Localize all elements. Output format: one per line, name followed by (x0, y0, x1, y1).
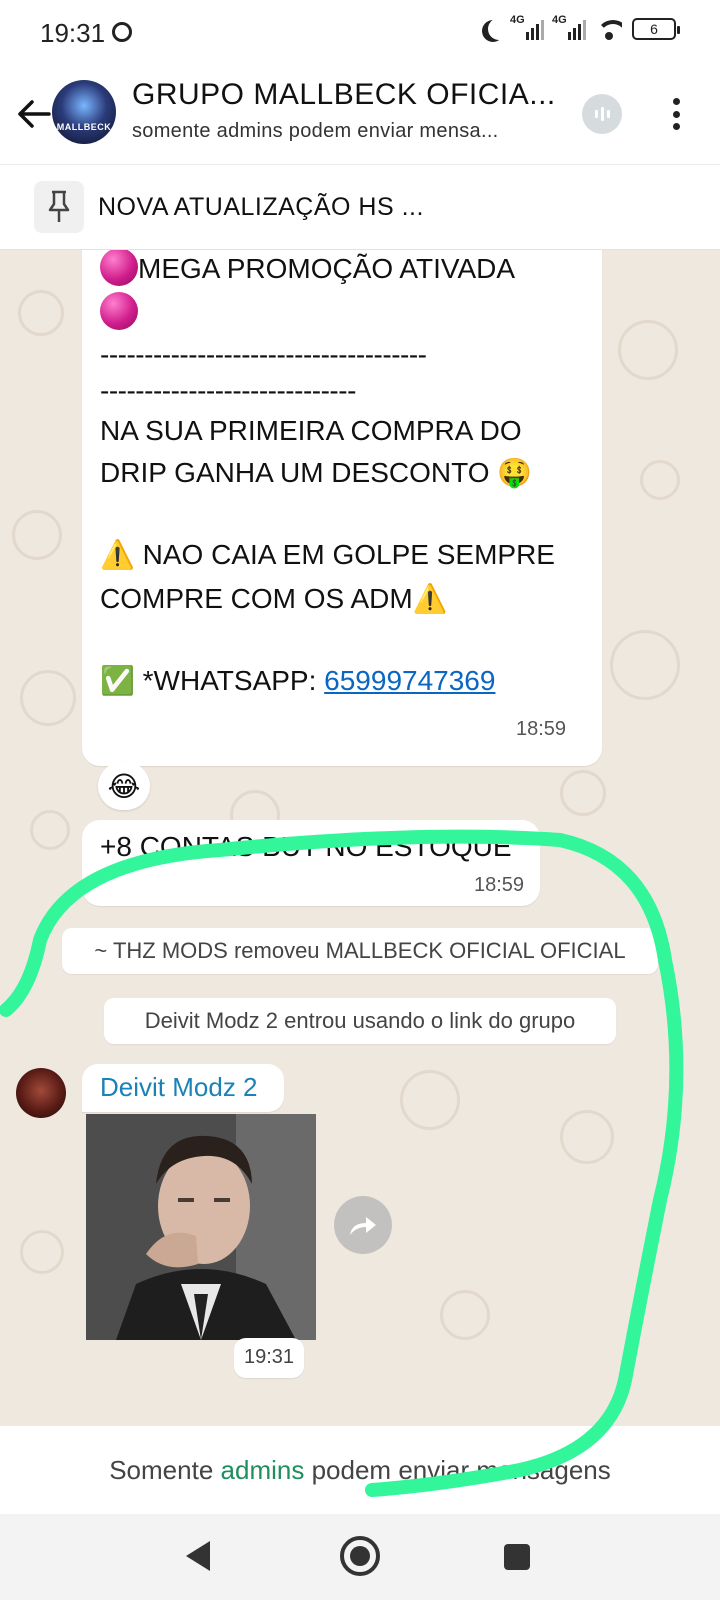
reaction-emoji[interactable]: 😂 (98, 762, 150, 810)
message-timestamp: 19:31 (244, 1346, 295, 1368)
pinned-message-bar[interactable]: NOVA ATUALIZAÇÃO HS ... (0, 164, 720, 250)
avatar-text: MALLBECK (56, 122, 112, 132)
sender-name[interactable]: Deivit Modz 2 (100, 1072, 258, 1103)
promo-headline-text: MEGA PROMOÇÃO ATIVADA (138, 253, 516, 284)
promo-headline: MEGA PROMOÇÃO ATIVADA (100, 250, 515, 290)
whatsapp-phone-link[interactable]: 65999747369 (324, 665, 495, 696)
system-message-joined: Deivit Modz 2 entrou usando o link do gr… (104, 998, 616, 1044)
wallpaper-doodle (18, 290, 64, 336)
group-subtitle[interactable]: somente admins podem enviar mensa... (132, 120, 499, 143)
wallpaper-doodle (640, 460, 680, 500)
image-timestamp-bubble: 19:31 (234, 1338, 304, 1378)
signal-icon-2: 4G (552, 14, 586, 40)
stock-message-text: +8 CONTAS BUT NO ESTOQUE (100, 831, 512, 862)
wallpaper-doodle (30, 810, 70, 850)
wifi-icon (596, 18, 622, 40)
whatsapp-prefix: ✅ *WHATSAPP: (100, 665, 325, 696)
sender-name-bubble: Deivit Modz 2 (82, 1064, 284, 1112)
admins-link[interactable]: admins (221, 1455, 305, 1486)
promo-body-line-1: NA SUA PRIMEIRA COMPRA DO (100, 415, 522, 446)
whatsapp-line: ✅ *WHATSAPP: 65999747369 (100, 660, 495, 702)
voice-chat-icon[interactable] (582, 94, 622, 134)
photo-portrait (86, 1114, 316, 1340)
notification-icon (112, 22, 132, 42)
pin-icon (34, 181, 84, 233)
promo-body-line-2: DRIP GANHA UM DESCONTO 🤑 (100, 457, 533, 488)
nav-recents-icon[interactable] (504, 1544, 530, 1570)
network-type-label-2: 4G (552, 14, 567, 26)
battery-level: 6 (650, 21, 658, 37)
warning-line-2: COMPRE COM OS ADM⚠️ (100, 583, 448, 614)
back-arrow-icon[interactable] (10, 90, 58, 138)
wallpaper-doodle (618, 320, 678, 380)
status-time: 19:31 (40, 18, 106, 48)
chat-area[interactable]: MEGA PROMOÇÃO ATIVADA ------------------… (0, 250, 720, 1426)
wallpaper-doodle (12, 510, 62, 560)
signal-icon: 4G (510, 14, 544, 40)
message-timestamp: 18:59 (474, 874, 525, 896)
status-indicators: 4G 4G 6 (480, 14, 680, 40)
nav-home-icon[interactable] (340, 1536, 380, 1576)
do-not-disturb-icon (488, 18, 510, 40)
wallpaper-doodle (560, 1110, 614, 1164)
message-timestamp: 18:59 (516, 718, 567, 740)
sender-avatar[interactable] (16, 1068, 66, 1118)
image-message[interactable] (86, 1114, 316, 1340)
nav-back-icon[interactable] (186, 1541, 210, 1571)
wallpaper-doodle (560, 770, 606, 816)
pinned-text: NOVA ATUALIZAÇÃO HS ... (98, 193, 424, 221)
wallpaper-doodle (610, 630, 680, 700)
wallpaper-doodle (20, 670, 76, 726)
kebab-menu-icon[interactable] (664, 94, 688, 134)
group-avatar[interactable]: MALLBECK (52, 80, 116, 144)
stock-message-bubble[interactable]: +8 CONTAS BUT NO ESTOQUE 18:59 (82, 820, 540, 906)
system-navigation-bar (0, 1514, 720, 1600)
wallpaper-doodle (400, 1070, 460, 1130)
system-message-removed: ~ THZ MODS removeu MALLBECK OFICIAL OFIC… (62, 928, 658, 974)
wallpaper-doodle (20, 1230, 64, 1274)
battery-icon: 6 (632, 18, 680, 40)
warning-line-1: ⚠️ NAO CAIA EM GOLPE SEMPRE (100, 539, 555, 570)
promo-headline-emoji (100, 292, 138, 334)
notice-text-1: Somente (109, 1454, 214, 1485)
wallpaper-doodle (440, 1290, 490, 1340)
group-title[interactable]: GRUPO MALLBECK OFICIA... (132, 78, 556, 112)
network-type-label: 4G (510, 14, 525, 26)
status-bar: 19:31 4G 4G 6 (0, 0, 720, 66)
pink-circle-emoji (100, 250, 138, 286)
pink-circle-emoji (100, 292, 138, 330)
admins-only-notice: Somente admins podem enviar mensagens (0, 1426, 720, 1514)
chat-header[interactable]: MALLBECK GRUPO MALLBECK OFICIA... soment… (0, 66, 720, 164)
notice-text-2: podem enviar mensagens (311, 1454, 611, 1485)
promo-message-bubble[interactable]: MEGA PROMOÇÃO ATIVADA ------------------… (82, 250, 602, 766)
forward-icon[interactable] (334, 1196, 392, 1254)
dash-line-2: ----------------------------- (100, 375, 356, 406)
